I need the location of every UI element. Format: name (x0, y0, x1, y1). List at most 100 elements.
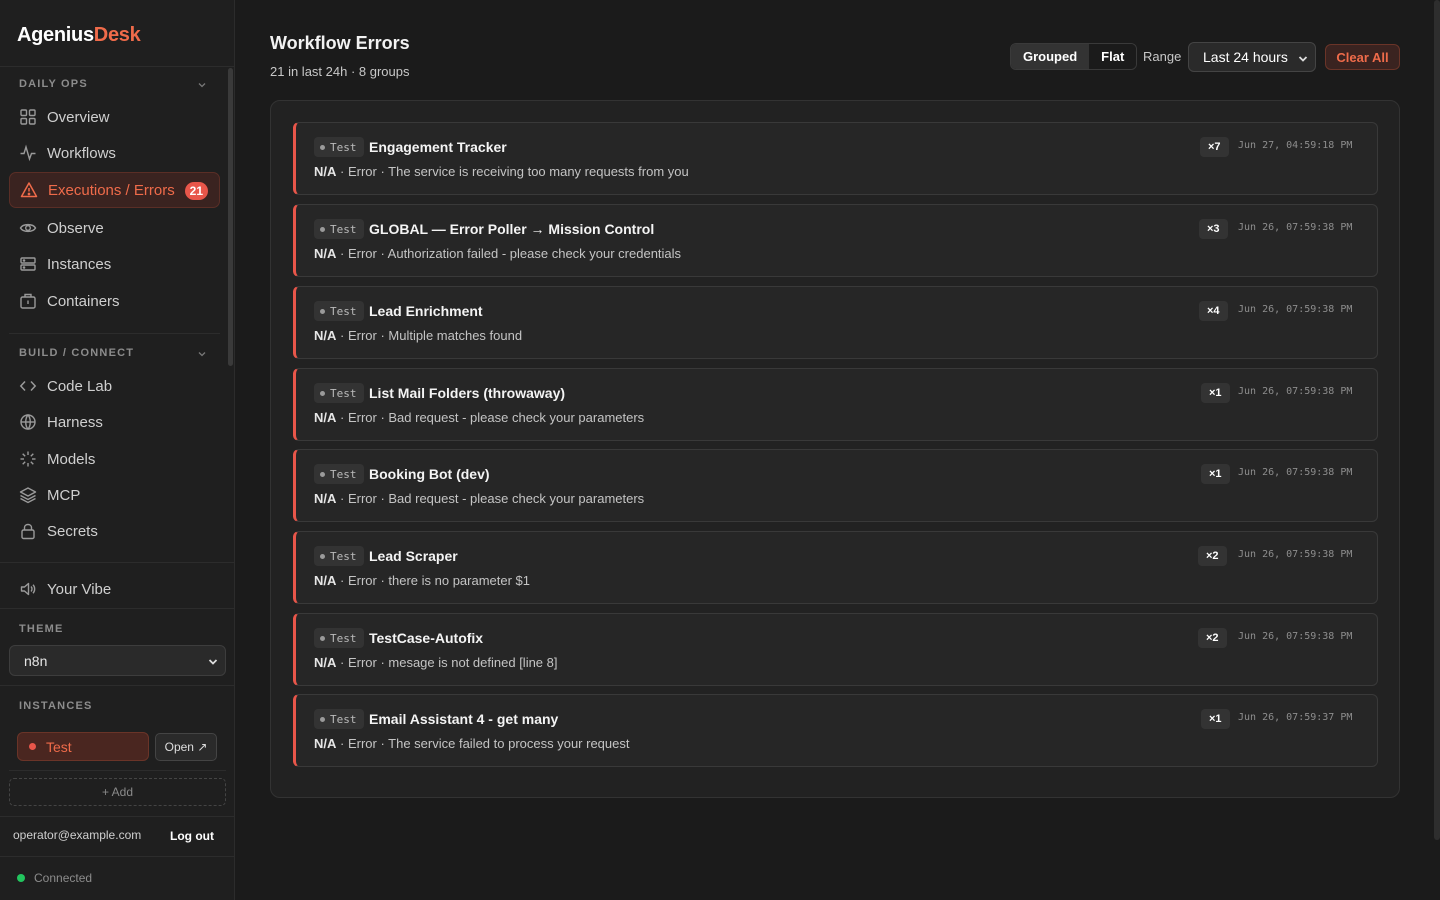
sidebar-item-observe[interactable]: Observe (9, 210, 220, 246)
error-message: N/A · Error · Multiple matches found (314, 328, 522, 343)
sidebar-item-label: Harness (47, 413, 103, 431)
divider (9, 333, 220, 334)
instance-tag-label: Test (330, 712, 357, 726)
sidebar-item-label: Containers (47, 292, 120, 310)
error-group-card[interactable]: Test Booking Bot (dev) N/A · Error · Bad… (293, 449, 1378, 522)
logout-button[interactable]: Log out (170, 829, 214, 843)
chevron-down-icon[interactable] (196, 79, 208, 91)
error-group-card[interactable]: Test GLOBAL — Error Poller → Mission Con… (293, 204, 1378, 277)
error-message: N/A · Error · The service is receiving t… (314, 164, 689, 179)
error-timestamp: Jun 26, 07:59:38 PM (1238, 222, 1353, 233)
flat-toggle-button[interactable]: Flat (1089, 44, 1137, 69)
error-timestamp: Jun 26, 07:59:37 PM (1238, 712, 1353, 723)
instance-tag: Test (314, 219, 364, 239)
instance-tag: Test (314, 464, 364, 484)
sidebar-scrollbar[interactable] (228, 68, 233, 366)
view-toggle: Grouped Flat (1010, 43, 1138, 70)
error-text: · Error · there is no parameter $1 (336, 573, 531, 588)
instance-tag-label: Test (330, 386, 357, 400)
dot-icon (320, 390, 325, 396)
sidebar-item-harness[interactable]: Harness (9, 404, 220, 440)
instance-tag-label: Test (330, 222, 357, 236)
instance-tag: Test (314, 383, 364, 403)
range-select[interactable]: Last 24 hours (1188, 42, 1316, 72)
sidebar-item-your-vibe[interactable]: Your Vibe (9, 571, 220, 607)
instance-tag: Test (314, 709, 364, 729)
instance-tag: Test (314, 628, 364, 648)
status-dot (17, 874, 25, 882)
sidebar-item-label: Secrets (47, 522, 98, 540)
globe-icon (19, 413, 37, 431)
divider (0, 66, 234, 67)
dot-icon (320, 308, 325, 314)
sidebar-item-containers[interactable]: Containers (9, 283, 220, 319)
chevron-down-icon (1298, 56, 1308, 62)
error-group-card[interactable]: Test Lead Enrichment N/A · Error · Multi… (293, 286, 1378, 359)
grouped-toggle-button[interactable]: Grouped (1011, 44, 1090, 69)
theme-select[interactable]: n8n (9, 645, 226, 676)
error-timestamp: Jun 26, 07:59:38 PM (1238, 631, 1353, 642)
dot-icon (320, 716, 325, 722)
error-group-card[interactable]: Test List Mail Folders (throwaway) N/A ·… (293, 368, 1378, 441)
sidebar-item-instances[interactable]: Instances (9, 246, 220, 282)
speaker-icon (19, 580, 37, 598)
user-email: operator@example.com (13, 828, 142, 842)
server-icon (19, 255, 37, 273)
main-scrollbar[interactable] (1434, 0, 1440, 840)
code-icon (19, 377, 37, 395)
error-text: · Error · mesage is not defined [line 8] (336, 655, 558, 670)
brand-logo[interactable]: AgeniusDesk (17, 24, 141, 47)
brand-name-part1: Agenius (17, 24, 94, 46)
workflow-name: Email Assistant 4 - get many (369, 711, 559, 727)
instance-pill[interactable]: Test (17, 732, 149, 761)
sidebar-item-models[interactable]: Models (9, 441, 220, 477)
error-group-card[interactable]: Test Engagement Tracker N/A · Error · Th… (293, 122, 1378, 195)
chevron-down-icon[interactable] (196, 348, 208, 360)
error-text: · Error · Authorization failed - please … (336, 246, 682, 261)
error-timestamp: Jun 27, 04:59:18 PM (1238, 140, 1353, 151)
error-timestamp: Jun 26, 07:59:38 PM (1238, 304, 1353, 315)
workflow-name: List Mail Folders (throwaway) (369, 385, 566, 401)
open-instance-button[interactable]: Open ↗ (155, 733, 217, 761)
layers-icon (19, 486, 37, 504)
sidebar-item-label: Code Lab (47, 377, 113, 395)
add-instance-button[interactable]: + Add (9, 778, 226, 806)
error-group-card[interactable]: Test Email Assistant 4 - get many N/A · … (293, 694, 1378, 767)
sidebar-item-executions-errors[interactable]: Executions / Errors 21 (9, 172, 220, 208)
sidebar-item-code-lab[interactable]: Code Lab (9, 368, 220, 404)
sidebar-item-workflows[interactable]: Workflows (9, 135, 220, 171)
instance-tag-label: Test (330, 467, 357, 481)
activity-icon (19, 144, 37, 162)
status-dot (29, 743, 36, 750)
error-group-card[interactable]: Test Lead Scraper N/A · Error · there is… (293, 531, 1378, 604)
workflow-name: Lead Scraper (369, 548, 458, 564)
error-timestamp: Jun 26, 07:59:38 PM (1238, 467, 1353, 478)
sidebar-item-label: Observe (47, 219, 104, 237)
sidebar-item-label: Executions / Errors (48, 181, 175, 199)
instance-name: Test (46, 738, 72, 755)
sidebar-item-overview[interactable]: Overview (9, 99, 220, 135)
divider (9, 770, 226, 771)
divider (0, 608, 234, 609)
error-group-card[interactable]: Test TestCase-Autofix N/A · Error · mesa… (293, 613, 1378, 686)
error-source: N/A (314, 736, 337, 751)
error-text: · Error · The service is receiving too m… (336, 164, 689, 179)
clear-all-button[interactable]: Clear All (1325, 44, 1400, 70)
workflow-name: GLOBAL — Error Poller → Mission Control (369, 221, 655, 237)
status-text: Connected (34, 871, 93, 885)
connection-status: Connected (17, 871, 92, 885)
workflow-name: Booking Bot (dev) (369, 466, 490, 482)
sidebar-item-secrets[interactable]: Secrets (9, 513, 220, 549)
error-text: · Error · The service failed to process … (336, 736, 630, 751)
sidebar-item-label: Overview (47, 108, 110, 126)
workflow-name: Lead Enrichment (369, 303, 483, 319)
instance-tag-label: Test (330, 631, 357, 645)
occurrence-count: ×3 (1199, 219, 1228, 239)
sidebar-item-mcp[interactable]: MCP (9, 477, 220, 513)
workflow-name: Engagement Tracker (369, 139, 507, 155)
sidebar-item-label: Models (47, 450, 96, 468)
workflow-name: TestCase-Autofix (369, 630, 484, 646)
theme-select-value: n8n (24, 652, 48, 669)
section-label-build-connect: BUILD / CONNECT (19, 347, 135, 359)
brand-name-part2: Desk (93, 24, 141, 46)
